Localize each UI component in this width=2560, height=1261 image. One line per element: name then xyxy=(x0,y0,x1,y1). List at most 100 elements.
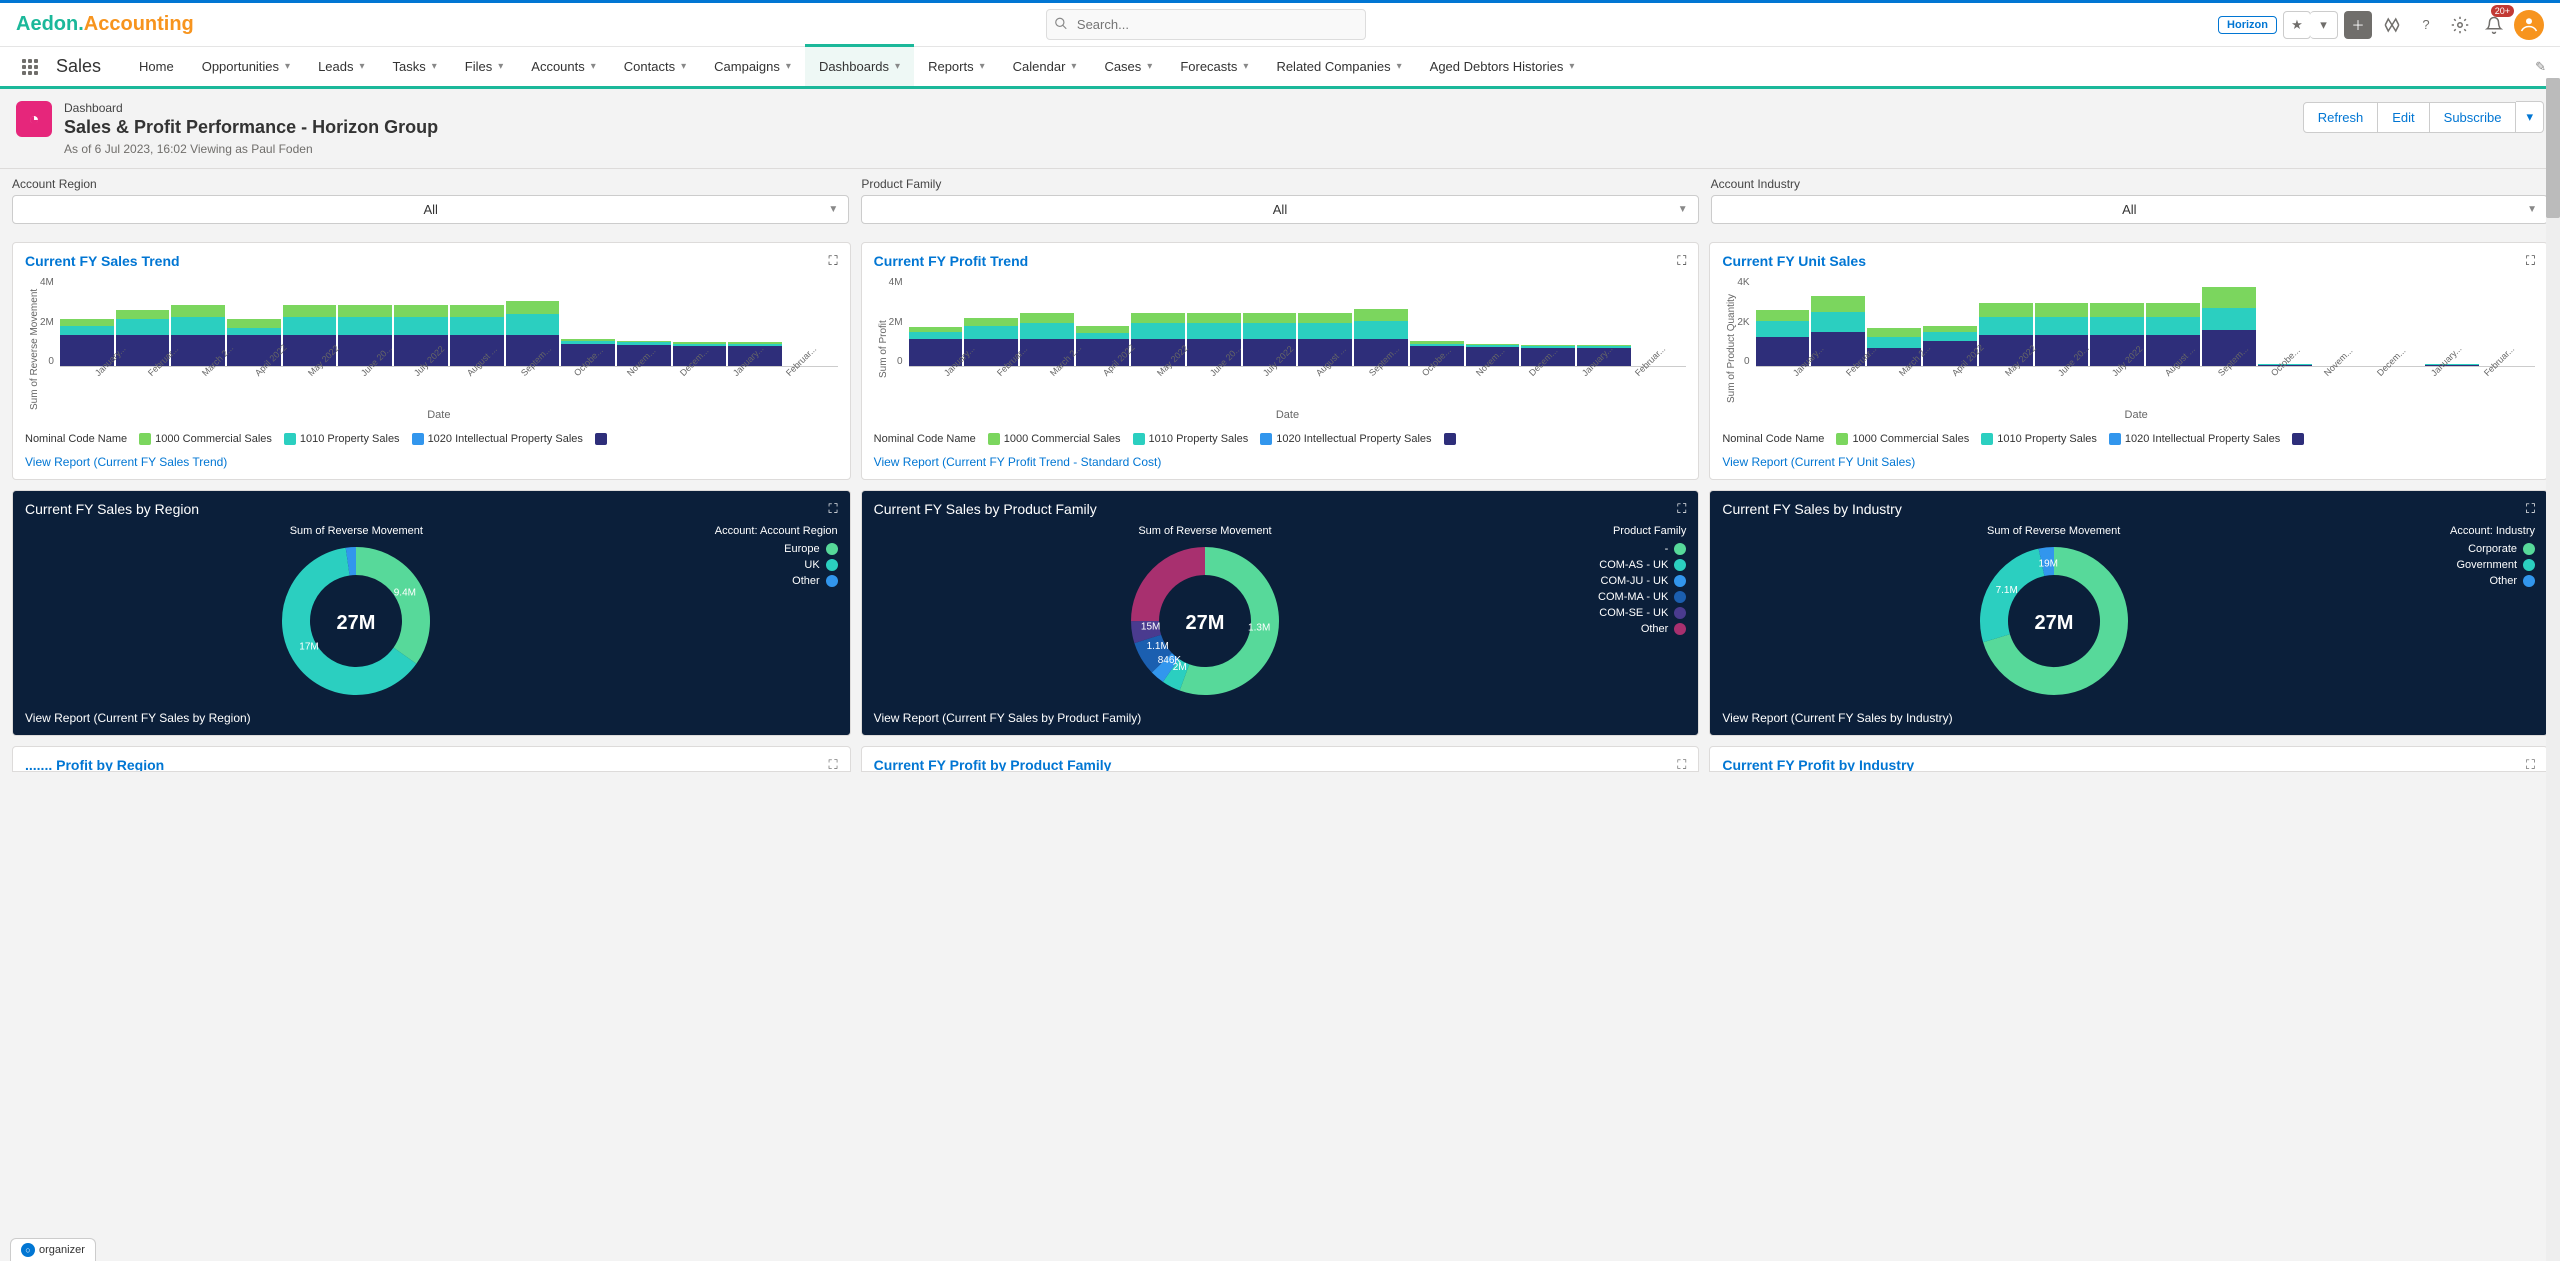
legend-item[interactable]: COM-JU - UK xyxy=(1546,575,1686,587)
refresh-button[interactable]: Refresh xyxy=(2303,102,2379,133)
donut-subtitle: Sum of Reverse Movement xyxy=(1987,525,2120,537)
expand-icon[interactable]: ⛶ xyxy=(2526,501,2535,517)
donut-segment[interactable] xyxy=(356,561,416,656)
chevron-down-icon: ▾ xyxy=(360,61,365,72)
filter-select-1[interactable]: All▼ xyxy=(861,195,1698,224)
nav-item-accounts[interactable]: Accounts▾ xyxy=(517,47,610,86)
x-axis-label: Date xyxy=(889,409,1687,421)
view-report-link[interactable]: View Report (Current FY Unit Sales) xyxy=(1722,455,1915,469)
legend-item[interactable] xyxy=(595,433,607,445)
card-industry: Current FY Sales by Industry⛶ Sum of Reve… xyxy=(1709,490,2548,736)
guidance-icon[interactable] xyxy=(2378,11,2406,39)
edit-nav-icon[interactable]: ✎ xyxy=(2535,59,2546,75)
nav-item-contacts[interactable]: Contacts▾ xyxy=(610,47,700,86)
legend-item[interactable]: COM-MA - UK xyxy=(1546,591,1686,603)
page-title: Sales & Profit Performance - Horizon Gro… xyxy=(64,117,2291,138)
nav-item-leads[interactable]: Leads▾ xyxy=(304,47,378,86)
card-region: Current FY Sales by Region⛶Sum of Revers… xyxy=(12,490,851,736)
svg-text:19M: 19M xyxy=(2038,558,2057,569)
primary-nav: Sales HomeOpportunities▾Leads▾Tasks▾File… xyxy=(0,47,2560,89)
user-avatar[interactable] xyxy=(2514,10,2544,40)
app-launcher-icon[interactable] xyxy=(16,53,44,81)
chevron-down-icon: ▾ xyxy=(498,61,503,72)
favorite-button[interactable]: ★ xyxy=(2283,11,2311,39)
subscribe-button[interactable]: Subscribe xyxy=(2429,102,2517,133)
view-report-link[interactable]: View Report (Current FY Sales Trend) xyxy=(25,455,227,469)
legend-item[interactable]: 1020 Intellectual Property Sales xyxy=(412,433,583,445)
nav-item-forecasts[interactable]: Forecasts▾ xyxy=(1166,47,1262,86)
legend-item[interactable]: 1020 Intellectual Property Sales xyxy=(1260,433,1431,445)
legend-item[interactable]: Corporate xyxy=(2395,543,2535,555)
search-input[interactable] xyxy=(1046,9,1366,40)
legend-item[interactable]: 1000 Commercial Sales xyxy=(988,433,1121,445)
legend-item[interactable]: COM-SE - UK xyxy=(1546,607,1686,619)
expand-icon[interactable]: ⛶ xyxy=(829,757,838,772)
legend-item[interactable]: Government xyxy=(2395,559,2535,571)
card-title: Current FY Sales by Industry xyxy=(1722,501,2535,517)
expand-icon[interactable]: ⛶ xyxy=(1677,501,1686,517)
legend-item[interactable]: 1010 Property Sales xyxy=(284,433,400,445)
nav-item-tasks[interactable]: Tasks▾ xyxy=(379,47,451,86)
view-report-link[interactable]: View Report (Current FY Sales by Product… xyxy=(874,711,1142,725)
svg-text:1.3M: 1.3M xyxy=(1248,623,1270,634)
nav-item-aged-debtors-histories[interactable]: Aged Debtors Histories▾ xyxy=(1416,47,1589,86)
legend-item[interactable]: 1000 Commercial Sales xyxy=(139,433,272,445)
nav-item-reports[interactable]: Reports▾ xyxy=(914,47,999,86)
legend-label: Nominal Code Name xyxy=(874,433,976,445)
legend-item[interactable]: Other xyxy=(2395,575,2535,587)
nav-item-campaigns[interactable]: Campaigns▾ xyxy=(700,47,805,86)
view-report-link[interactable]: View Report (Current FY Sales by Industr… xyxy=(1722,711,1952,725)
chevron-down-icon: ▼ xyxy=(2527,204,2537,215)
legend-item[interactable] xyxy=(2292,433,2304,445)
expand-icon[interactable]: ⛶ xyxy=(2526,757,2535,772)
legend-item[interactable]: Other xyxy=(1546,623,1686,635)
nav-item-opportunities[interactable]: Opportunities▾ xyxy=(188,47,304,86)
legend-item[interactable]: 1010 Property Sales xyxy=(1981,433,2097,445)
legend-item[interactable]: - xyxy=(1546,543,1686,555)
scrollbar[interactable] xyxy=(2546,78,2560,1261)
setup-icon[interactable] xyxy=(2446,11,2474,39)
view-report-link[interactable]: View Report (Current FY Profit Trend - S… xyxy=(874,455,1162,469)
legend-label: Nominal Code Name xyxy=(25,433,127,445)
nav-item-dashboards[interactable]: Dashboards▾ xyxy=(805,44,914,86)
chevron-down-icon: ▾ xyxy=(285,61,290,72)
organizer-tab[interactable]: ○ organizer xyxy=(10,1238,96,1261)
view-report-link[interactable]: View Report (Current FY Sales by Region) xyxy=(25,711,251,725)
nav-item-related-companies[interactable]: Related Companies▾ xyxy=(1262,47,1415,86)
edit-button[interactable]: Edit xyxy=(2378,102,2428,133)
donut-segment[interactable] xyxy=(348,561,356,562)
expand-icon[interactable]: ⛶ xyxy=(1677,757,1686,772)
nav-item-calendar[interactable]: Calendar▾ xyxy=(999,47,1091,86)
svg-text:17M: 17M xyxy=(300,642,319,653)
legend-item[interactable]: Europe xyxy=(698,543,838,555)
legend-item[interactable]: 1010 Property Sales xyxy=(1133,433,1249,445)
nav-item-files[interactable]: Files▾ xyxy=(451,47,517,86)
card-profit: Current FY Profit Trend⛶Sum of Profit4M2… xyxy=(861,242,1700,480)
add-button[interactable]: ＋ xyxy=(2344,11,2372,39)
help-icon[interactable]: ? xyxy=(2412,11,2440,39)
chevron-down-icon: ▾ xyxy=(681,61,686,72)
legend-item[interactable]: Other xyxy=(698,575,838,587)
nav-item-cases[interactable]: Cases▾ xyxy=(1090,47,1166,86)
expand-icon[interactable]: ⛶ xyxy=(829,253,838,269)
legend-item[interactable]: COM-AS - UK xyxy=(1546,559,1686,571)
expand-icon[interactable]: ⛶ xyxy=(2526,253,2535,269)
scroll-thumb[interactable] xyxy=(2546,78,2560,218)
legend-item[interactable] xyxy=(1444,433,1456,445)
svg-text:27M: 27M xyxy=(337,612,376,634)
org-badge[interactable]: Horizon xyxy=(2218,16,2277,34)
search-icon xyxy=(1054,16,1068,33)
nav-item-home[interactable]: Home xyxy=(125,47,188,86)
favorite-dropdown[interactable]: ▾ xyxy=(2310,11,2338,39)
legend-item[interactable]: UK xyxy=(698,559,838,571)
legend-item[interactable]: 1000 Commercial Sales xyxy=(1836,433,1969,445)
filter-select-0[interactable]: All▼ xyxy=(12,195,849,224)
expand-icon[interactable]: ⛶ xyxy=(829,501,838,517)
more-actions-button[interactable]: ▾ xyxy=(2516,101,2544,133)
y-axis-label: Sum of Profit xyxy=(874,277,889,421)
legend-item[interactable]: 1020 Intellectual Property Sales xyxy=(2109,433,2280,445)
filter-select-2[interactable]: All▼ xyxy=(1711,195,2548,224)
notifications-icon[interactable]: 20+ xyxy=(2480,11,2508,39)
y-axis-label: Sum of Product Quantity xyxy=(1722,277,1737,421)
expand-icon[interactable]: ⛶ xyxy=(1677,253,1686,269)
